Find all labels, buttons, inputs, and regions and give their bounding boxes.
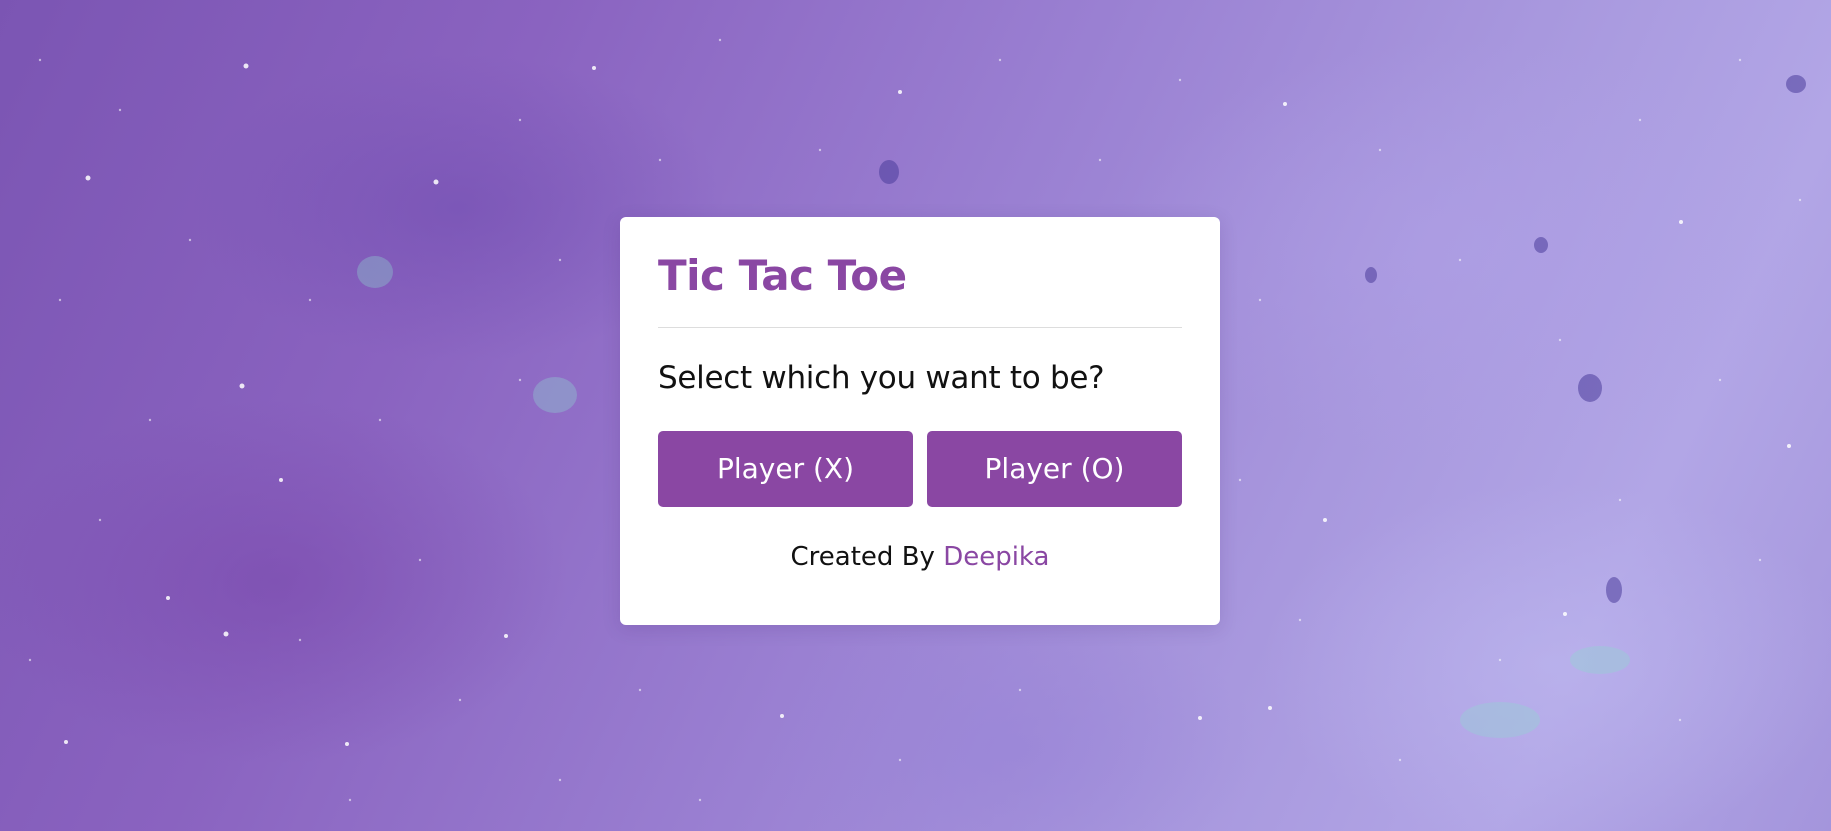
credit-author: Deepika xyxy=(943,542,1050,572)
credit-line: Created By Deepika xyxy=(658,539,1182,575)
credit-prefix: Created By xyxy=(790,542,935,572)
player-buttons: Player (X) Player (O) xyxy=(658,431,1182,507)
player-x-button[interactable]: Player (X) xyxy=(658,431,913,507)
player-o-button[interactable]: Player (O) xyxy=(927,431,1182,507)
player-select-modal: Tic Tac Toe Select which you want to be?… xyxy=(620,217,1220,625)
game-title: Tic Tac Toe xyxy=(658,251,907,300)
select-prompt: Select which you want to be? xyxy=(658,360,1105,396)
divider xyxy=(658,327,1182,328)
